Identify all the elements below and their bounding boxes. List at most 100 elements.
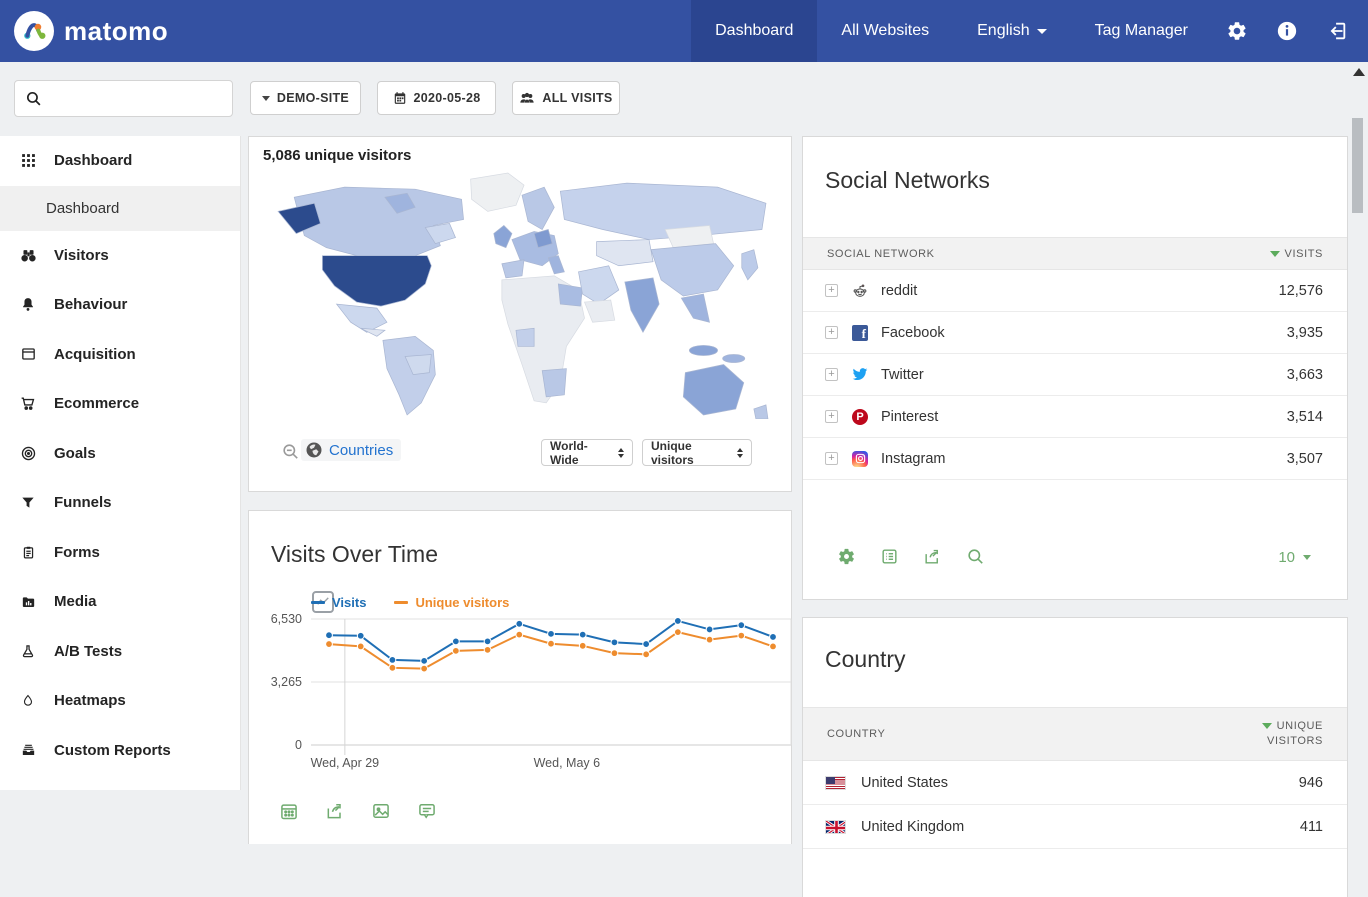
sort-desc-icon xyxy=(1270,251,1280,257)
settings-gear-icon[interactable] xyxy=(1212,0,1262,62)
visitor-map-widget: 5,086 unique visitors xyxy=(248,136,792,492)
media-folder-icon xyxy=(18,594,38,610)
nav-tag-manager[interactable]: Tag Manager xyxy=(1071,0,1212,62)
reddit-favicon xyxy=(852,283,868,299)
region-select[interactable]: World-Wide xyxy=(541,439,633,466)
zoom-out-icon[interactable] xyxy=(281,442,300,461)
search-icon[interactable] xyxy=(966,547,985,566)
nav-language[interactable]: English xyxy=(953,0,1070,62)
social-table-body: + reddit 12,576 + f Facebook 3,935 + Twi… xyxy=(803,270,1347,480)
expand-plus-icon[interactable]: + xyxy=(825,410,838,423)
instagram-favicon xyxy=(852,451,868,467)
sidebar-subitem-dashboard[interactable]: Dashboard xyxy=(0,186,240,231)
target-icon xyxy=(18,445,38,462)
calendar-icon xyxy=(393,91,407,105)
visits-line-chart[interactable]: 03,2656,530Wed, Apr 29Wed, May 6 xyxy=(249,607,809,779)
country-table-header: COUNTRY UNIQUE VISITORS xyxy=(803,707,1347,761)
brand-name: matomo xyxy=(64,16,168,47)
legend-dash-icon xyxy=(311,601,325,604)
nav-dashboard[interactable]: Dashboard xyxy=(691,0,817,62)
map-footer: Countries World-Wide Unique visitors xyxy=(249,439,791,467)
sidebar-item-ab-tests[interactable]: A/B Tests xyxy=(0,627,240,677)
users-icon xyxy=(519,91,535,105)
table-row-united-kingdom[interactable]: United Kingdom 411 xyxy=(803,805,1347,849)
countries-link[interactable]: Countries xyxy=(301,439,401,461)
svg-text:3,265: 3,265 xyxy=(271,675,302,689)
sidebar-item-heatmaps[interactable]: Heatmaps xyxy=(0,676,240,726)
export-icon[interactable] xyxy=(325,801,345,821)
search-input[interactable] xyxy=(42,81,232,116)
export-image-icon[interactable] xyxy=(371,801,391,821)
report-box-icon xyxy=(18,742,38,758)
world-map[interactable] xyxy=(263,167,775,419)
legend-dash-icon xyxy=(394,601,408,604)
calendar-icon[interactable] xyxy=(279,801,299,821)
clipboard-icon xyxy=(18,544,38,561)
social-networks-title: Social Networks xyxy=(825,167,990,194)
select-arrows-icon xyxy=(618,448,624,458)
help-info-icon[interactable] xyxy=(1262,0,1312,62)
uk-flag-icon xyxy=(825,820,846,834)
map-title: 5,086 unique visitors xyxy=(263,147,411,164)
expand-plus-icon[interactable]: + xyxy=(825,326,838,339)
export-icon[interactable] xyxy=(923,547,942,566)
date-range-button[interactable]: 2020-05-28 xyxy=(377,81,496,115)
site-selector-button[interactable]: DEMO-SITE xyxy=(250,81,361,115)
col-unique-visitors[interactable]: UNIQUE VISITORS xyxy=(1262,719,1323,749)
table-row-facebook[interactable]: + f Facebook 3,935 xyxy=(803,312,1347,354)
gear-icon[interactable] xyxy=(837,547,856,566)
expand-plus-icon[interactable]: + xyxy=(825,452,838,465)
funnel-icon xyxy=(18,495,38,511)
caret-down-icon xyxy=(262,96,270,101)
country-widget: Country COUNTRY UNIQUE VISITORS United S… xyxy=(802,617,1348,897)
col-country[interactable]: COUNTRY xyxy=(827,728,885,740)
toolbar: DEMO-SITE 2020-05-28 ALL VISITS xyxy=(0,62,1368,136)
search-box[interactable] xyxy=(14,80,233,117)
col-social-network[interactable]: SOCIAL NETWORK xyxy=(827,248,935,260)
bell-icon xyxy=(18,296,38,313)
us-flag-icon xyxy=(825,776,846,790)
sidebar-item-ecommerce[interactable]: Ecommerce xyxy=(0,379,240,429)
table-row-pinterest[interactable]: + P Pinterest 3,514 xyxy=(803,396,1347,438)
table-row-twitter[interactable]: + Twitter 3,663 xyxy=(803,354,1347,396)
table-row-reddit[interactable]: + reddit 12,576 xyxy=(803,270,1347,312)
nav-all-websites[interactable]: All Websites xyxy=(817,0,953,62)
metric-select[interactable]: Unique visitors xyxy=(642,439,752,466)
sidebar-item-acquisition[interactable]: Acquisition xyxy=(0,330,240,380)
top-navbar: matomo Dashboard All Websites English Ta… xyxy=(0,0,1368,62)
country-table-body: United States 946 United Kingdom 411 xyxy=(803,761,1347,849)
scrollbar-thumb[interactable] xyxy=(1352,118,1363,213)
country-title: Country xyxy=(825,646,906,673)
visits-over-time-widget: Visits Over Time Visits Unique visitors … xyxy=(248,510,792,844)
sidebar-item-media[interactable]: Media xyxy=(0,577,240,627)
globe-icon xyxy=(305,441,323,459)
sidebar-item-custom-reports[interactable]: Custom Reports xyxy=(0,726,240,776)
matomo-logo[interactable]: matomo xyxy=(0,11,168,51)
scrollbar-up-arrow[interactable] xyxy=(1353,68,1365,76)
row-limit-select[interactable]: 10 xyxy=(1278,549,1311,566)
expand-plus-icon[interactable]: + xyxy=(825,284,838,297)
svg-text:6,530: 6,530 xyxy=(271,612,302,626)
table-row-united-states[interactable]: United States 946 xyxy=(803,761,1347,805)
segment-selector-button[interactable]: ALL VISITS xyxy=(512,81,620,115)
col-visits[interactable]: VISITS xyxy=(1270,248,1323,260)
select-arrows-icon xyxy=(737,448,743,458)
signout-icon[interactable] xyxy=(1312,0,1368,62)
visits-over-time-title: Visits Over Time xyxy=(271,541,438,568)
sidebar-item-behaviour[interactable]: Behaviour xyxy=(0,280,240,330)
svg-text:0: 0 xyxy=(295,738,302,752)
sidebar-item-dashboard[interactable]: Dashboard xyxy=(0,136,240,186)
table-row-instagram[interactable]: + Instagram 3,507 xyxy=(803,438,1347,480)
expand-plus-icon[interactable]: + xyxy=(825,368,838,381)
caret-down-icon xyxy=(1037,29,1047,34)
social-networks-widget: Social Networks SOCIAL NETWORK VISITS + … xyxy=(802,136,1348,600)
cart-icon xyxy=(18,395,38,412)
matomo-logo-icon xyxy=(14,11,54,51)
sidebar-item-visitors[interactable]: Visitors xyxy=(0,231,240,281)
table-view-icon[interactable] xyxy=(880,547,899,566)
sidebar-item-goals[interactable]: Goals xyxy=(0,429,240,479)
sidebar-item-forms[interactable]: Forms xyxy=(0,528,240,578)
sidebar-item-funnels[interactable]: Funnels xyxy=(0,478,240,528)
annotations-icon[interactable] xyxy=(417,801,437,821)
chart-footer-icons xyxy=(279,801,437,821)
